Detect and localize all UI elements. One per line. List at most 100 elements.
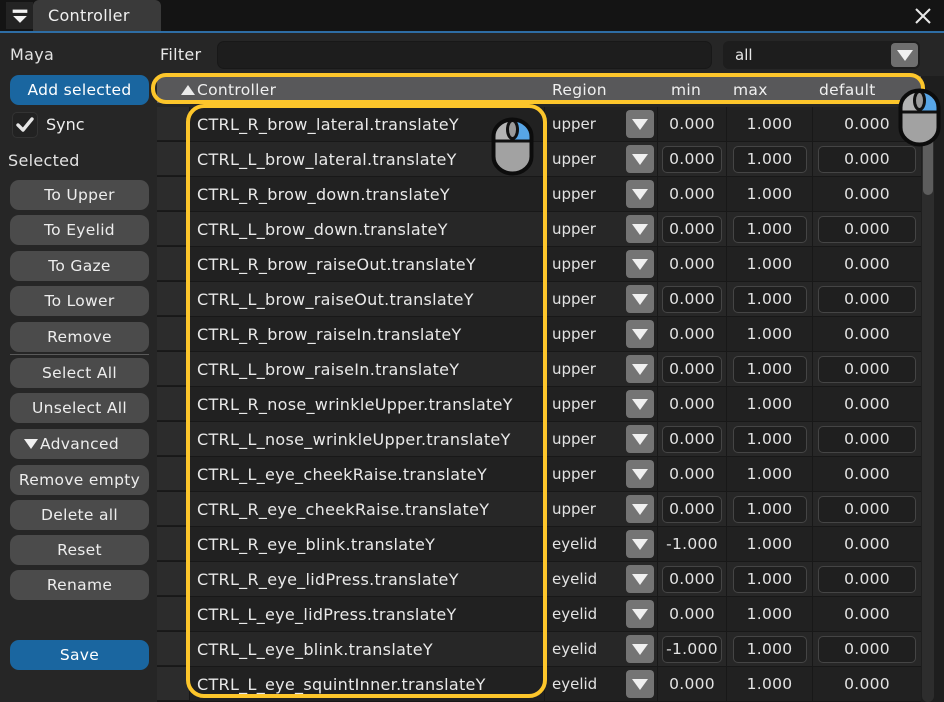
default-value[interactable]: 0.000 <box>818 146 916 173</box>
default-cell[interactable]: 0.000 <box>813 282 921 316</box>
close-icon[interactable] <box>911 4 935 28</box>
max-value[interactable]: 1.000 <box>733 251 807 278</box>
table-row[interactable]: CTRL_L_brow_raiseIn.translateY upper 0.0… <box>157 352 921 387</box>
controller-name-cell[interactable]: CTRL_R_eye_lidPress.translateY <box>190 562 545 596</box>
controller-name-cell[interactable]: CTRL_R_brow_lateral.translateY <box>190 107 545 141</box>
controller-name-cell[interactable]: CTRL_L_brow_lateral.translateY <box>190 142 545 176</box>
default-value[interactable]: 0.000 <box>818 671 916 698</box>
max-cell[interactable]: 1.000 <box>727 527 813 561</box>
table-row[interactable]: CTRL_L_brow_lateral.translateY upper 0.0… <box>157 142 921 177</box>
default-cell[interactable]: 0.000 <box>813 212 921 246</box>
default-cell[interactable]: 0.000 <box>813 562 921 596</box>
controller-name-cell[interactable]: CTRL_L_eye_blink.translateY <box>190 632 545 666</box>
region-cell[interactable]: upper <box>545 387 658 421</box>
min-value[interactable]: 0.000 <box>662 391 722 418</box>
max-value[interactable]: 1.000 <box>733 566 807 593</box>
min-value[interactable]: 0.000 <box>662 286 722 313</box>
row-header-cell[interactable] <box>157 247 190 281</box>
min-value[interactable]: 0.000 <box>662 426 722 453</box>
min-cell[interactable]: 0.000 <box>658 247 727 281</box>
row-header-cell[interactable] <box>157 527 190 561</box>
table-row[interactable]: CTRL_L_brow_down.translateY upper 0.000 … <box>157 212 921 247</box>
column-header-default[interactable]: default <box>813 81 921 99</box>
min-value[interactable]: 0.000 <box>662 251 722 278</box>
controller-name-cell[interactable]: CTRL_L_brow_raiseOut.translateY <box>190 282 545 316</box>
max-value[interactable]: 1.000 <box>733 146 807 173</box>
default-cell[interactable]: 0.000 <box>813 632 921 666</box>
delete-all-button[interactable]: Delete all <box>10 500 149 530</box>
vertical-scrollbar-handle[interactable] <box>923 107 933 195</box>
region-dropdown-button[interactable] <box>626 670 654 698</box>
max-value[interactable]: 1.000 <box>733 321 807 348</box>
row-header-cell[interactable] <box>157 457 190 491</box>
region-dropdown-button[interactable] <box>626 460 654 488</box>
max-cell[interactable]: 1.000 <box>727 282 813 316</box>
table-row[interactable]: CTRL_L_eye_squintInner.translateY eyelid… <box>157 667 921 702</box>
max-value[interactable]: 1.000 <box>733 601 807 628</box>
default-value[interactable]: 0.000 <box>818 181 916 208</box>
min-value[interactable]: 0.000 <box>662 181 722 208</box>
controller-name-cell[interactable]: CTRL_R_brow_down.translateY <box>190 177 545 211</box>
min-value[interactable]: -1.000 <box>662 531 722 558</box>
table-row[interactable]: CTRL_R_eye_cheekRaise.translateY upper 0… <box>157 492 921 527</box>
max-value[interactable]: 1.000 <box>733 636 807 663</box>
region-dropdown-button[interactable] <box>626 355 654 383</box>
min-value[interactable]: 0.000 <box>662 461 722 488</box>
min-cell[interactable]: 0.000 <box>658 107 727 141</box>
to-eyelid-button[interactable]: To Eyelid <box>10 215 149 245</box>
region-dropdown-button[interactable] <box>626 530 654 558</box>
region-filter-select[interactable]: all <box>723 41 920 69</box>
default-value[interactable]: 0.000 <box>818 531 916 558</box>
default-cell[interactable]: 0.000 <box>813 527 921 561</box>
region-dropdown-button[interactable] <box>626 145 654 173</box>
min-cell[interactable]: 0.000 <box>658 177 727 211</box>
max-value[interactable]: 1.000 <box>733 461 807 488</box>
min-cell[interactable]: 0.000 <box>658 597 727 631</box>
controller-name-cell[interactable]: CTRL_R_brow_raiseIn.translateY <box>190 317 545 351</box>
max-cell[interactable]: 1.000 <box>727 457 813 491</box>
region-dropdown-button[interactable] <box>626 495 654 523</box>
default-cell[interactable]: 0.000 <box>813 387 921 421</box>
default-value[interactable]: 0.000 <box>818 251 916 278</box>
table-row[interactable]: CTRL_R_brow_raiseIn.translateY upper 0.0… <box>157 317 921 352</box>
row-header-cell[interactable] <box>157 562 190 596</box>
row-header-cell[interactable] <box>157 352 190 386</box>
default-cell[interactable]: 0.000 <box>813 457 921 491</box>
region-cell[interactable]: eyelid <box>545 667 658 701</box>
default-cell[interactable]: 0.000 <box>813 247 921 281</box>
max-cell[interactable]: 1.000 <box>727 492 813 526</box>
min-value[interactable]: 0.000 <box>662 216 722 243</box>
min-value[interactable]: 0.000 <box>662 356 722 383</box>
filter-input[interactable] <box>217 41 712 69</box>
default-cell[interactable]: 0.000 <box>813 422 921 456</box>
max-value[interactable]: 1.000 <box>733 356 807 383</box>
default-cell[interactable]: 0.000 <box>813 492 921 526</box>
controller-name-cell[interactable]: CTRL_R_brow_raiseOut.translateY <box>190 247 545 281</box>
default-cell[interactable]: 0.000 <box>813 177 921 211</box>
min-cell[interactable]: 0.000 <box>658 317 727 351</box>
controller-name-cell[interactable]: CTRL_L_eye_squintInner.translateY <box>190 667 545 701</box>
default-value[interactable]: 0.000 <box>818 216 916 243</box>
table-row[interactable]: CTRL_L_eye_lidPress.translateY eyelid 0.… <box>157 597 921 632</box>
min-cell[interactable]: 0.000 <box>658 667 727 701</box>
combo-dropdown-button[interactable] <box>891 43 918 67</box>
row-header-cell[interactable] <box>157 422 190 456</box>
default-value[interactable]: 0.000 <box>818 426 916 453</box>
max-cell[interactable]: 1.000 <box>727 212 813 246</box>
min-cell[interactable]: -1.000 <box>658 527 727 561</box>
row-header-cell[interactable] <box>157 317 190 351</box>
min-cell[interactable]: 0.000 <box>658 282 727 316</box>
table-row[interactable]: CTRL_R_nose_wrinkleUpper.translateY uppe… <box>157 387 921 422</box>
controller-name-cell[interactable]: CTRL_R_eye_cheekRaise.translateY <box>190 492 545 526</box>
min-value[interactable]: -1.000 <box>662 636 722 663</box>
min-cell[interactable]: 0.000 <box>658 457 727 491</box>
table-row[interactable]: CTRL_R_brow_down.translateY upper 0.000 … <box>157 177 921 212</box>
region-dropdown-button[interactable] <box>626 250 654 278</box>
table-row[interactable]: CTRL_R_eye_lidPress.translateY eyelid 0.… <box>157 562 921 597</box>
region-dropdown-button[interactable] <box>626 285 654 313</box>
min-value[interactable]: 0.000 <box>662 566 722 593</box>
remove-button[interactable]: Remove <box>10 322 149 352</box>
sync-checkbox[interactable] <box>12 112 38 138</box>
controller-name-cell[interactable]: CTRL_L_brow_raiseIn.translateY <box>190 352 545 386</box>
min-value[interactable]: 0.000 <box>662 496 722 523</box>
